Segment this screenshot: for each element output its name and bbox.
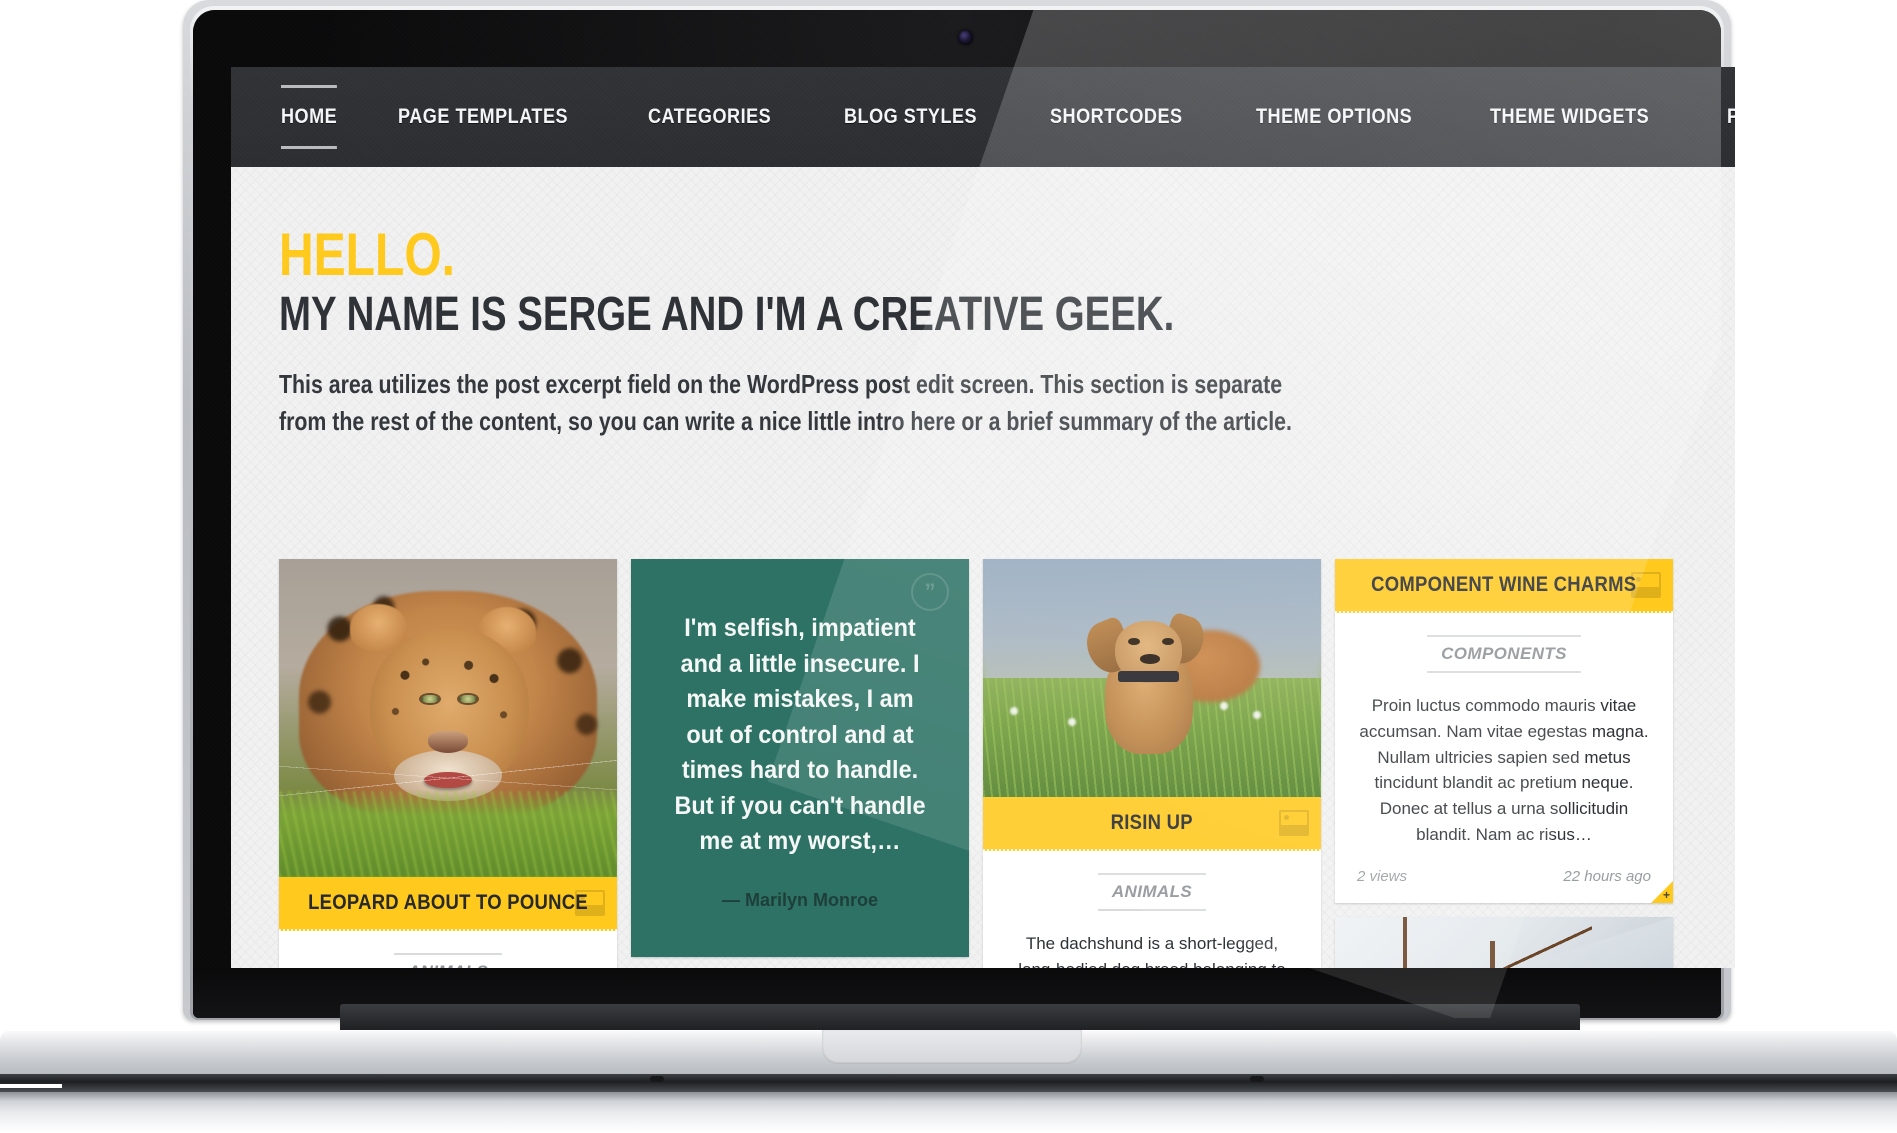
quote-author: — Marilyn Monroe — [721, 889, 878, 910]
hero-greeting: HELLO. — [279, 221, 455, 288]
nav-item-blog-styles[interactable]: BLOG STYLES — [844, 97, 977, 137]
screen: HOME PAGE TEMPLATES CATEGORIES BLOG STYL… — [231, 67, 1735, 968]
nav-item-theme-options[interactable]: THEME OPTIONS — [1256, 97, 1412, 137]
image-icon — [1279, 810, 1309, 836]
card-views-wine: 2 views — [1357, 867, 1408, 885]
site-top-navigation: HOME PAGE TEMPLATES CATEGORIES BLOG STYL… — [231, 67, 1735, 167]
grid-column-3: RISIN UP ANIMALS The dachshund is a shor… — [983, 559, 1321, 968]
quote-text: I'm selfish, impatient and a little inse… — [674, 614, 926, 855]
post-grid: LEOPARD ABOUT TO POUNCE ANIMALS ” — [279, 559, 1679, 968]
card-body-wine: Proin luctus commodo mauris vitae accums… — [1359, 696, 1649, 845]
dachshund-photo — [983, 559, 1321, 797]
card-category-leopard[interactable]: ANIMALS — [393, 953, 503, 968]
card-category-wrap-dog: ANIMALS — [983, 851, 1321, 917]
card-title-bar-leopard: LEOPARD ABOUT TO POUNCE — [279, 877, 617, 931]
leopard-photo — [279, 559, 617, 877]
card-body-dog: The dachshund is a short-legged, long-bo… — [1018, 934, 1286, 968]
hero-headline: MY NAME IS SERGE AND I'M A CREATIVE GEEK… — [279, 288, 1175, 341]
laptop-base-highlight — [0, 1084, 62, 1088]
post-card-leopard[interactable]: LEOPARD ABOUT TO POUNCE ANIMALS — [279, 559, 617, 968]
nav-item-home[interactable]: HOME — [281, 85, 338, 149]
laptop-hinge — [340, 1004, 1580, 1032]
laptop-mockup: HOME PAGE TEMPLATES CATEGORIES BLOG STYL… — [0, 0, 1897, 1133]
image-icon — [1631, 572, 1661, 598]
nav-label-categories: CATEGORIES — [648, 105, 772, 128]
card-title-wine: COMPONENT WINE CHARMS — [1371, 573, 1637, 596]
nav-item-shortcodes[interactable]: SHORTCODES — [1050, 97, 1183, 137]
laptop-base-bottom — [0, 1112, 1897, 1133]
post-card-dog[interactable]: RISIN UP ANIMALS The dachshund is a shor… — [983, 559, 1321, 968]
laptop-base-notch — [822, 1030, 1082, 1064]
nav-item-page-templates[interactable]: PAGE TEMPLATES — [398, 97, 568, 137]
nav-label-theme-widgets: THEME WIDGETS — [1490, 105, 1650, 128]
staircase-photo — [1335, 916, 1673, 968]
card-title-bar-wine: COMPONENT WINE CHARMS — [1335, 559, 1673, 613]
grid-column-1: LEOPARD ABOUT TO POUNCE ANIMALS — [279, 559, 617, 968]
card-category-wrap-leopard: ANIMALS — [279, 931, 617, 968]
quote-icon: ” — [911, 573, 949, 611]
hero-section: HELLO. MY NAME IS SERGE AND I'M A CREATI… — [279, 167, 1689, 441]
card-title-bar-dog: RISIN UP — [983, 797, 1321, 851]
card-category-wrap-wine: COMPONENTS — [1335, 613, 1673, 679]
content-inner: HELLO. MY NAME IS SERGE AND I'M A CREATI… — [279, 167, 1689, 441]
post-card-quote[interactable]: ” I'm selfish, impatient and a little in… — [631, 559, 969, 957]
card-title-dog: RISIN UP — [1110, 811, 1194, 834]
laptop-foot-left — [650, 1076, 664, 1082]
card-category-dog[interactable]: ANIMALS — [1097, 873, 1207, 911]
card-corner-plus[interactable]: + — [1663, 888, 1670, 902]
nav-item-post-formats[interactable]: POST FORMATS — [1727, 97, 1735, 137]
grid-column-2: ” I'm selfish, impatient and a little in… — [631, 559, 969, 968]
image-icon — [575, 890, 605, 916]
nav-item-theme-widgets[interactable]: THEME WIDGETS — [1490, 97, 1649, 137]
card-meta-wine: 2 views 22 hours ago — [1335, 848, 1673, 903]
nav-label-page-templates: PAGE TEMPLATES — [398, 105, 569, 128]
nav-label-post-formats: POST FORMATS — [1727, 105, 1735, 128]
hero-excerpt: This area utilizes the post excerpt fiel… — [279, 368, 1292, 437]
nav-label-theme-options: THEME OPTIONS — [1256, 105, 1413, 128]
card-category-wine[interactable]: COMPONENTS — [1427, 635, 1581, 673]
nav-label-shortcodes: SHORTCODES — [1050, 105, 1183, 128]
nav-item-categories[interactable]: CATEGORIES — [648, 97, 771, 137]
site-content: HELLO. MY NAME IS SERGE AND I'M A CREATI… — [231, 167, 1735, 968]
nav-list: HOME PAGE TEMPLATES CATEGORIES BLOG STYL… — [231, 67, 1735, 167]
nav-label-blog-styles: BLOG STYLES — [843, 105, 977, 128]
webcam-icon — [958, 30, 973, 45]
card-time-wine: 22 hours ago — [1563, 867, 1651, 885]
post-card-stairs[interactable] — [1335, 916, 1673, 968]
grid-column-4: COMPONENT WINE CHARMS COMPONENTS Proin l… — [1335, 559, 1673, 968]
website-viewport: HOME PAGE TEMPLATES CATEGORIES BLOG STYL… — [231, 67, 1735, 968]
post-card-wine[interactable]: COMPONENT WINE CHARMS COMPONENTS Proin l… — [1335, 559, 1673, 903]
card-title-leopard: LEOPARD ABOUT TO POUNCE — [308, 891, 588, 914]
nav-label-home: HOME — [281, 105, 338, 128]
laptop-foot-right — [1250, 1076, 1264, 1082]
